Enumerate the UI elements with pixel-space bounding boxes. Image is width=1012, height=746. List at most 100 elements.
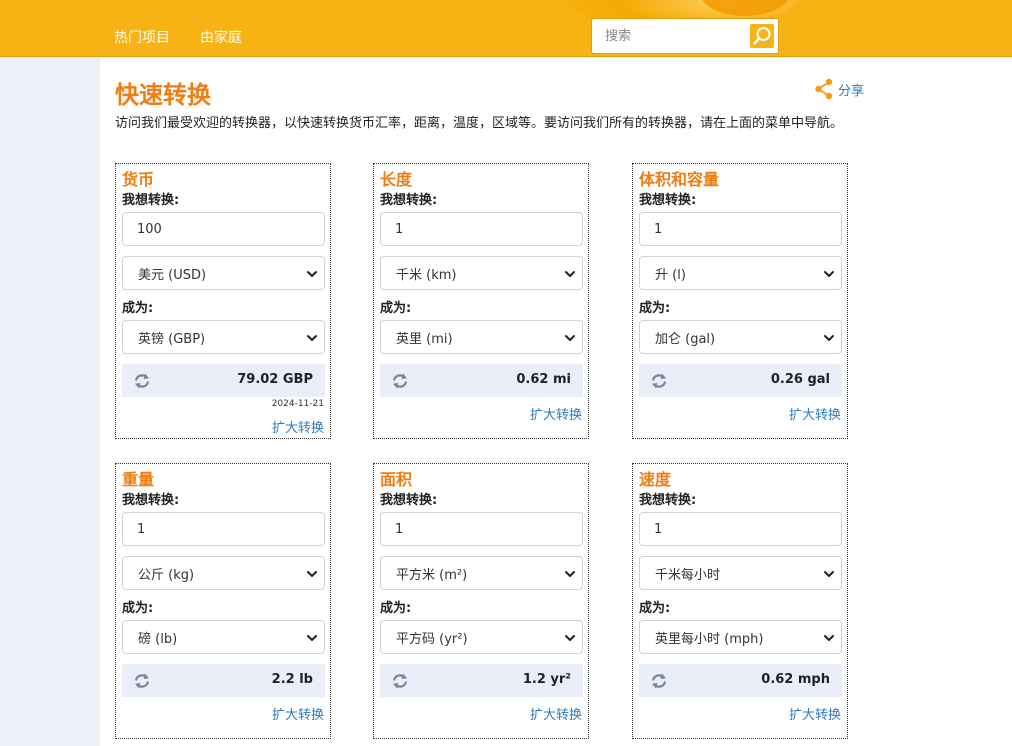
amount-input[interactable]: 1 xyxy=(639,512,842,546)
result-value: 79.02 GBP xyxy=(237,372,313,387)
from-unit-select[interactable]: 千米每小时 xyxy=(639,556,842,590)
result-value: 2.2 lb xyxy=(271,672,313,687)
amount-input[interactable]: 1 xyxy=(380,512,583,546)
chevron-down-icon xyxy=(565,635,575,641)
converter-title: 面积 xyxy=(380,470,413,489)
expand-conversion-link[interactable]: 扩大转换 xyxy=(789,704,841,723)
result-box: 79.02 GBP xyxy=(122,364,325,397)
from-unit-value: 千米 (km) xyxy=(396,267,457,283)
result-box: 1.2 yr² xyxy=(380,664,583,697)
to-label: 成为: xyxy=(380,301,412,316)
search-box xyxy=(592,19,778,53)
from-unit-select[interactable]: 升 (l) xyxy=(639,256,842,290)
to-unit-value: 加仑 (gal) xyxy=(655,331,716,347)
top-nav-bar: 热门项目 由家庭 xyxy=(0,0,1012,57)
from-unit-value: 美元 (USD) xyxy=(138,267,207,283)
to-label: 成为: xyxy=(380,601,412,616)
expand-conversion-link[interactable]: 扩大转换 xyxy=(789,404,841,423)
from-unit-select[interactable]: 公斤 (kg) xyxy=(122,556,325,590)
result-value: 1.2 yr² xyxy=(522,672,571,687)
converter-card-currency: 货币 我想转换: 100 美元 (USD) 成为: 英镑 (GBP) 79.02 GBP 20… xyxy=(115,163,331,439)
swap-icon[interactable] xyxy=(132,371,152,391)
result-value: 0.62 mph xyxy=(761,672,830,687)
converter-title: 长度 xyxy=(380,170,413,189)
intro-text: 访问我们最受欢迎的转换器，以快速转换货币汇率，距离，温度，区域等。要访问我们所有… xyxy=(115,116,844,131)
from-unit-value: 千米每小时 xyxy=(655,567,721,583)
swap-icon[interactable] xyxy=(390,671,410,691)
to-label: 成为: xyxy=(639,301,671,316)
swap-icon[interactable] xyxy=(649,371,669,391)
amount-input[interactable]: 100 xyxy=(122,212,325,246)
search-input[interactable] xyxy=(594,21,748,51)
share-label: 分享 xyxy=(838,83,865,99)
to-label: 成为: xyxy=(122,301,154,316)
from-unit-select[interactable]: 千米 (km) xyxy=(380,256,583,290)
to-unit-select[interactable]: 英里每小时 (mph) xyxy=(639,620,842,654)
to-unit-value: 英里 (mi) xyxy=(396,331,453,347)
swap-icon[interactable] xyxy=(132,671,152,691)
chevron-down-icon xyxy=(824,271,834,277)
from-label: 我想转换: xyxy=(639,193,697,208)
from-label: 我想转换: xyxy=(122,193,180,208)
chevron-down-icon xyxy=(307,571,317,577)
from-unit-select[interactable]: 平方米 (m²) xyxy=(380,556,583,590)
to-unit-select[interactable]: 英镑 (GBP) xyxy=(122,320,325,354)
chevron-down-icon xyxy=(307,271,317,277)
chevron-down-icon xyxy=(307,635,317,641)
search-button[interactable] xyxy=(750,24,774,48)
result-value: 0.62 mi xyxy=(516,372,571,387)
from-label: 我想转换: xyxy=(380,193,438,208)
swap-icon[interactable] xyxy=(390,371,410,391)
from-label: 我想转换: xyxy=(639,493,697,508)
result-value: 0.26 gal xyxy=(770,372,830,387)
to-unit-select[interactable]: 磅 (lb) xyxy=(122,620,325,654)
chevron-down-icon xyxy=(565,335,575,341)
expand-conversion-link[interactable]: 扩大转换 xyxy=(530,404,582,423)
chevron-down-icon xyxy=(824,635,834,641)
chevron-down-icon xyxy=(565,571,575,577)
amount-input[interactable]: 1 xyxy=(639,212,842,246)
chevron-down-icon xyxy=(307,335,317,341)
share-icon xyxy=(815,78,833,100)
expand-conversion-link[interactable]: 扩大转换 xyxy=(530,704,582,723)
chevron-down-icon xyxy=(565,271,575,277)
amount-input[interactable]: 1 xyxy=(122,512,325,546)
to-label: 成为: xyxy=(122,601,154,616)
converter-card-area: 面积我想转换: 1 平方米 (m²) 成为: 平方码 (yr²) 1.2 yr² 扩大转换 xyxy=(373,463,589,739)
swap-icon[interactable] xyxy=(649,671,669,691)
from-label: 我想转换: xyxy=(380,493,438,508)
to-label: 成为: xyxy=(639,601,671,616)
converter-card-speed: 速度我想转换: 1 千米每小时成为: 英里每小时 (mph) 0.62 mph 扩大转换 xyxy=(632,463,848,739)
chevron-down-icon xyxy=(824,571,834,577)
to-unit-select[interactable]: 加仑 (gal) xyxy=(639,320,842,354)
expand-conversion-link[interactable]: 扩大转换 xyxy=(272,417,324,436)
from-unit-value: 公斤 (kg) xyxy=(138,567,195,583)
to-unit-select[interactable]: 英里 (mi) xyxy=(380,320,583,354)
amount-input[interactable]: 1 xyxy=(380,212,583,246)
share-button[interactable]: 分享 xyxy=(814,78,864,100)
converter-card-volume: 体积和容量我想转换: 1 升 (l) 成为: 加仑 (gal) 0.26 gal 扩大转换 xyxy=(632,163,848,439)
converter-title: 速度 xyxy=(639,470,672,489)
expand-conversion-link[interactable]: 扩大转换 xyxy=(272,704,324,723)
to-unit-value: 英里每小时 (mph) xyxy=(655,631,764,647)
search-icon xyxy=(753,27,771,45)
to-unit-value: 磅 (lb) xyxy=(138,631,178,647)
to-unit-value: 英镑 (GBP) xyxy=(138,331,206,347)
result-box: 2.2 lb xyxy=(122,664,325,697)
from-unit-value: 平方米 (m²) xyxy=(396,567,468,583)
from-unit-select[interactable]: 美元 (USD) xyxy=(122,256,325,290)
nav-item-family[interactable]: 由家庭 xyxy=(200,27,242,47)
result-box: 0.62 mi xyxy=(380,364,583,397)
chevron-down-icon xyxy=(824,335,834,341)
page-title: 快速转换 xyxy=(115,81,211,109)
from-unit-value: 升 (l) xyxy=(655,267,686,283)
nav-item-popular[interactable]: 热门项目 xyxy=(114,27,170,47)
from-label: 我想转换: xyxy=(122,493,180,508)
converter-card-length: 长度我想转换: 1 千米 (km) 成为: 英里 (mi) 0.62 mi 扩大转换 xyxy=(373,163,589,439)
converter-title: 体积和容量 xyxy=(639,170,720,189)
result-box: 0.62 mph xyxy=(639,664,842,697)
to-unit-select[interactable]: 平方码 (yr²) xyxy=(380,620,583,654)
result-box: 0.26 gal xyxy=(639,364,842,397)
converter-title: 重量 xyxy=(122,470,155,489)
converter-card-weight: 重量我想转换: 1 公斤 (kg) 成为: 磅 (lb) 2.2 lb 扩大转换 xyxy=(115,463,331,739)
